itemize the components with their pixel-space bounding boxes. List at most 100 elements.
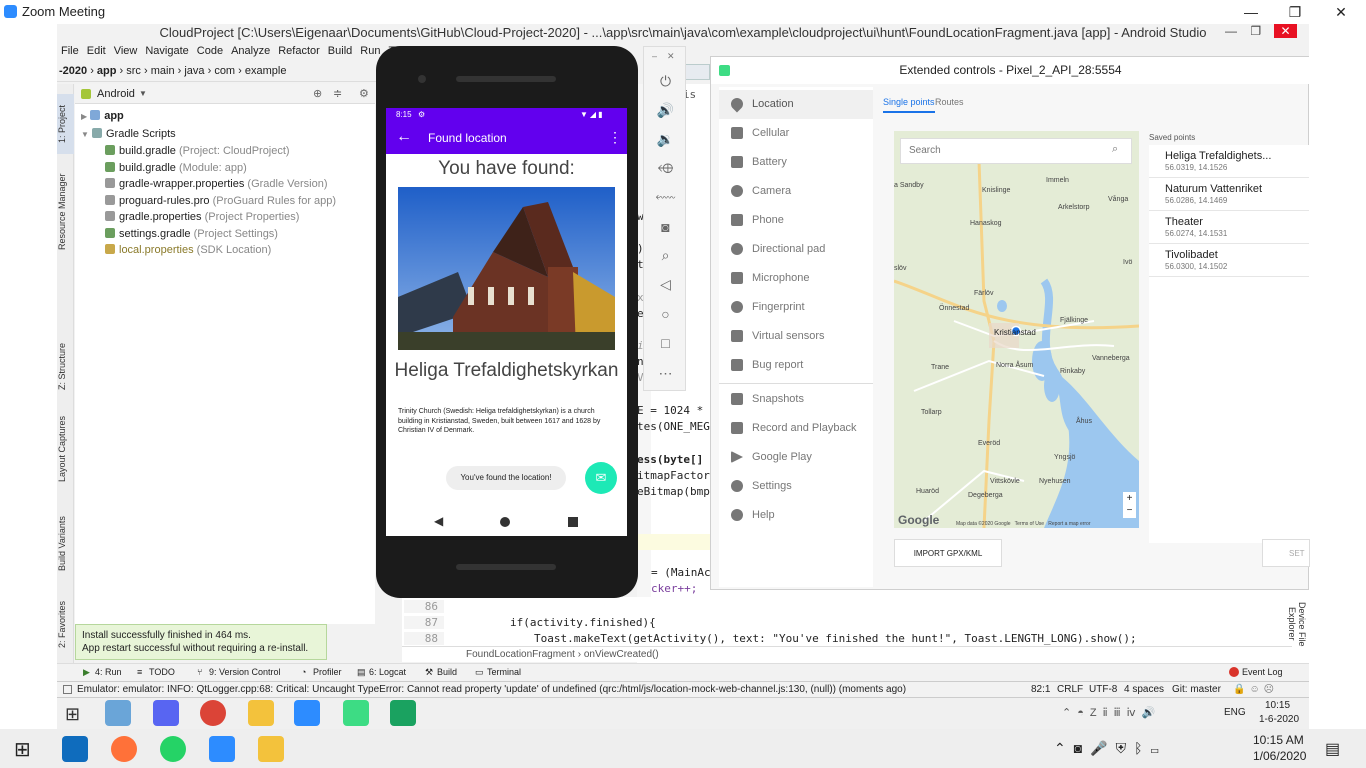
ext-nav-virtual-sensors[interactable]: Virtual sensors bbox=[719, 322, 873, 351]
folder-icon[interactable] bbox=[258, 736, 284, 762]
remote-clock-date[interactable]: 1-6-2020 bbox=[1259, 714, 1299, 725]
remote-clock-time[interactable]: 10:15 bbox=[1265, 700, 1290, 711]
status-toggle-icon[interactable] bbox=[63, 685, 72, 694]
zoom-icon[interactable]: ⌕ bbox=[644, 241, 687, 270]
overview-icon[interactable]: □ bbox=[644, 328, 687, 357]
as-window-buttons[interactable]: — ❐ ✕ bbox=[1225, 24, 1297, 38]
location-map[interactable]: Search ⌕ Knislinge Immeln Arkelstorp Vån… bbox=[894, 131, 1139, 528]
tab-logcat[interactable]: 6: Logcat bbox=[369, 664, 406, 680]
tab-terminal[interactable]: Terminal bbox=[487, 664, 521, 680]
tab-build[interactable]: Build bbox=[437, 664, 457, 680]
tool-tab-build-variants[interactable]: Build Variants bbox=[57, 509, 74, 579]
ext-nav-record-playback[interactable]: Record and Playback bbox=[719, 414, 873, 443]
tab-version-control[interactable]: 9: Version Control bbox=[209, 664, 281, 680]
ext-nav-google-play[interactable]: Google Play bbox=[719, 443, 873, 472]
notifications-icon[interactable]: ▤ bbox=[1325, 739, 1340, 759]
tab-profiler[interactable]: Profiler bbox=[313, 664, 342, 680]
tree-item[interactable]: settings.gradle (Project Settings) bbox=[81, 226, 371, 243]
whatsapp-icon[interactable] bbox=[160, 736, 186, 762]
collapse-icon[interactable]: ≑ bbox=[333, 84, 342, 104]
email-fab[interactable]: ✉ bbox=[585, 462, 617, 494]
menu-file[interactable]: File bbox=[57, 42, 83, 60]
crumb[interactable]: -2020 bbox=[59, 65, 87, 77]
tab-todo[interactable]: TODO bbox=[149, 664, 175, 680]
crumb[interactable]: java bbox=[184, 65, 204, 77]
project-view-selector[interactable]: Android bbox=[97, 84, 135, 104]
chevron-down-icon[interactable]: ▼ bbox=[139, 84, 147, 104]
ext-nav-cellular[interactable]: Cellular bbox=[719, 119, 873, 148]
menu-analyze[interactable]: Analyze bbox=[227, 42, 274, 60]
zoom-app-icon[interactable] bbox=[294, 700, 320, 726]
camera-icon[interactable]: ◙ bbox=[644, 212, 687, 241]
windows-start-icon[interactable]: ⊞ bbox=[14, 737, 31, 762]
mail-icon[interactable] bbox=[62, 736, 88, 762]
discord-icon[interactable] bbox=[153, 700, 179, 726]
ext-nav-help[interactable]: Help bbox=[719, 501, 873, 530]
ext-nav-bug-report[interactable]: Bug report bbox=[719, 351, 873, 380]
run-config-icon[interactable] bbox=[684, 64, 710, 80]
menu-navigate[interactable]: Navigate bbox=[141, 42, 192, 60]
tool-tab-structure[interactable]: Z: Structure bbox=[57, 334, 74, 399]
tree-item-gradle-scripts[interactable]: ▼ Gradle Scripts bbox=[81, 126, 371, 144]
menu-view[interactable]: View bbox=[110, 42, 142, 60]
minimize-button[interactable]: — bbox=[1228, 0, 1274, 24]
explorer-app-icon[interactable] bbox=[105, 700, 131, 726]
back-icon[interactable]: ◁ bbox=[644, 270, 687, 299]
maximize-button[interactable]: ❐ bbox=[1272, 0, 1318, 24]
menu-refactor[interactable]: Refactor bbox=[274, 42, 324, 60]
set-location-button[interactable]: SET L bbox=[1262, 539, 1310, 567]
caret-position[interactable]: 82:1 bbox=[1031, 682, 1050, 698]
crumb[interactable]: main bbox=[151, 65, 175, 77]
volume-down-icon[interactable]: 🔉 bbox=[644, 125, 687, 154]
ext-nav-directional-pad[interactable]: Directional pad bbox=[719, 235, 873, 264]
indent[interactable]: 4 spaces bbox=[1124, 682, 1164, 698]
ext-nav-snapshots[interactable]: Snapshots bbox=[719, 385, 873, 414]
map-search-input[interactable]: Search bbox=[900, 138, 1132, 164]
install-notification[interactable]: Install successfully finished in 464 ms.… bbox=[75, 624, 327, 660]
nav-overview-icon[interactable] bbox=[568, 517, 578, 527]
file-encoding[interactable]: UTF-8 bbox=[1089, 682, 1117, 698]
ext-nav-microphone[interactable]: Microphone bbox=[719, 264, 873, 293]
system-tray-icons[interactable]: ⌃◙🎤⛨ᛒ▭ bbox=[1054, 740, 1167, 757]
saved-point[interactable]: Tivolibadet 56.0300, 14.1502 bbox=[1149, 244, 1309, 277]
clock-date[interactable]: 1/06/2020 bbox=[1253, 749, 1306, 763]
tab-single-points[interactable]: Single points bbox=[883, 97, 935, 113]
zoom-app-icon[interactable] bbox=[209, 736, 235, 762]
folder-icon[interactable] bbox=[248, 700, 274, 726]
firefox-icon[interactable] bbox=[111, 736, 137, 762]
chrome-icon[interactable] bbox=[200, 700, 226, 726]
nav-home-icon[interactable] bbox=[500, 517, 510, 527]
saved-point[interactable]: Naturum Vattenriket 56.0286, 14.1469 bbox=[1149, 178, 1309, 211]
tab-routes[interactable]: Routes bbox=[935, 97, 964, 107]
close-button[interactable]: ✕ bbox=[1318, 0, 1364, 24]
saved-point[interactable]: Theater 56.0274, 14.1531 bbox=[1149, 211, 1309, 244]
ext-nav-settings[interactable]: Settings bbox=[719, 472, 873, 501]
crumb[interactable]: example bbox=[245, 65, 287, 77]
tab-event-log[interactable]: Event Log bbox=[1242, 664, 1283, 680]
tool-tab-device-file-explorer[interactable]: Device File Explorer bbox=[1287, 589, 1307, 659]
import-gpx-button[interactable]: IMPORT GPX/KML bbox=[894, 539, 1002, 567]
search-icon[interactable]: ⌕ bbox=[1112, 143, 1118, 156]
terms-link[interactable]: Terms of Use bbox=[1015, 521, 1044, 527]
ext-nav-camera[interactable]: Camera bbox=[719, 177, 873, 206]
tree-item[interactable]: gradle.properties (Project Properties) bbox=[81, 209, 371, 226]
status-icons[interactable]: 🔒☺☹ bbox=[1233, 682, 1278, 698]
overflow-menu-icon[interactable]: ⋮ bbox=[608, 129, 622, 146]
line-separator[interactable]: CRLF bbox=[1057, 682, 1083, 698]
menu-edit[interactable]: Edit bbox=[83, 42, 110, 60]
crumb[interactable]: src bbox=[126, 65, 141, 77]
rotate-right-icon[interactable]: ⬳ bbox=[644, 183, 687, 212]
saved-point[interactable]: Heliga Trefaldighets... 56.0319, 14.1526 bbox=[1149, 145, 1309, 178]
nav-back-icon[interactable]: ◀ bbox=[434, 514, 443, 528]
back-arrow-icon[interactable]: ← bbox=[396, 128, 412, 146]
tray-icons[interactable]: ⌃◓Zⅱⅲⅳ🔊 bbox=[1062, 706, 1161, 719]
status-message[interactable]: Emulator: emulator: INFO: QtLogger.cpp:6… bbox=[77, 682, 927, 698]
more-icon[interactable]: ⋯ bbox=[644, 359, 687, 388]
tool-tab-resource-manager[interactable]: Resource Manager bbox=[57, 164, 74, 259]
report-error-link[interactable]: Report a map error bbox=[1048, 521, 1090, 527]
windows-start-icon[interactable]: ⊞ bbox=[65, 704, 80, 725]
crumb[interactable]: app bbox=[97, 65, 117, 77]
language-indicator[interactable]: ENG bbox=[1224, 707, 1246, 718]
tree-item[interactable]: proguard-rules.pro (ProGuard Rules for a… bbox=[81, 193, 371, 210]
rotate-left-icon[interactable]: ⬲ bbox=[644, 154, 687, 183]
